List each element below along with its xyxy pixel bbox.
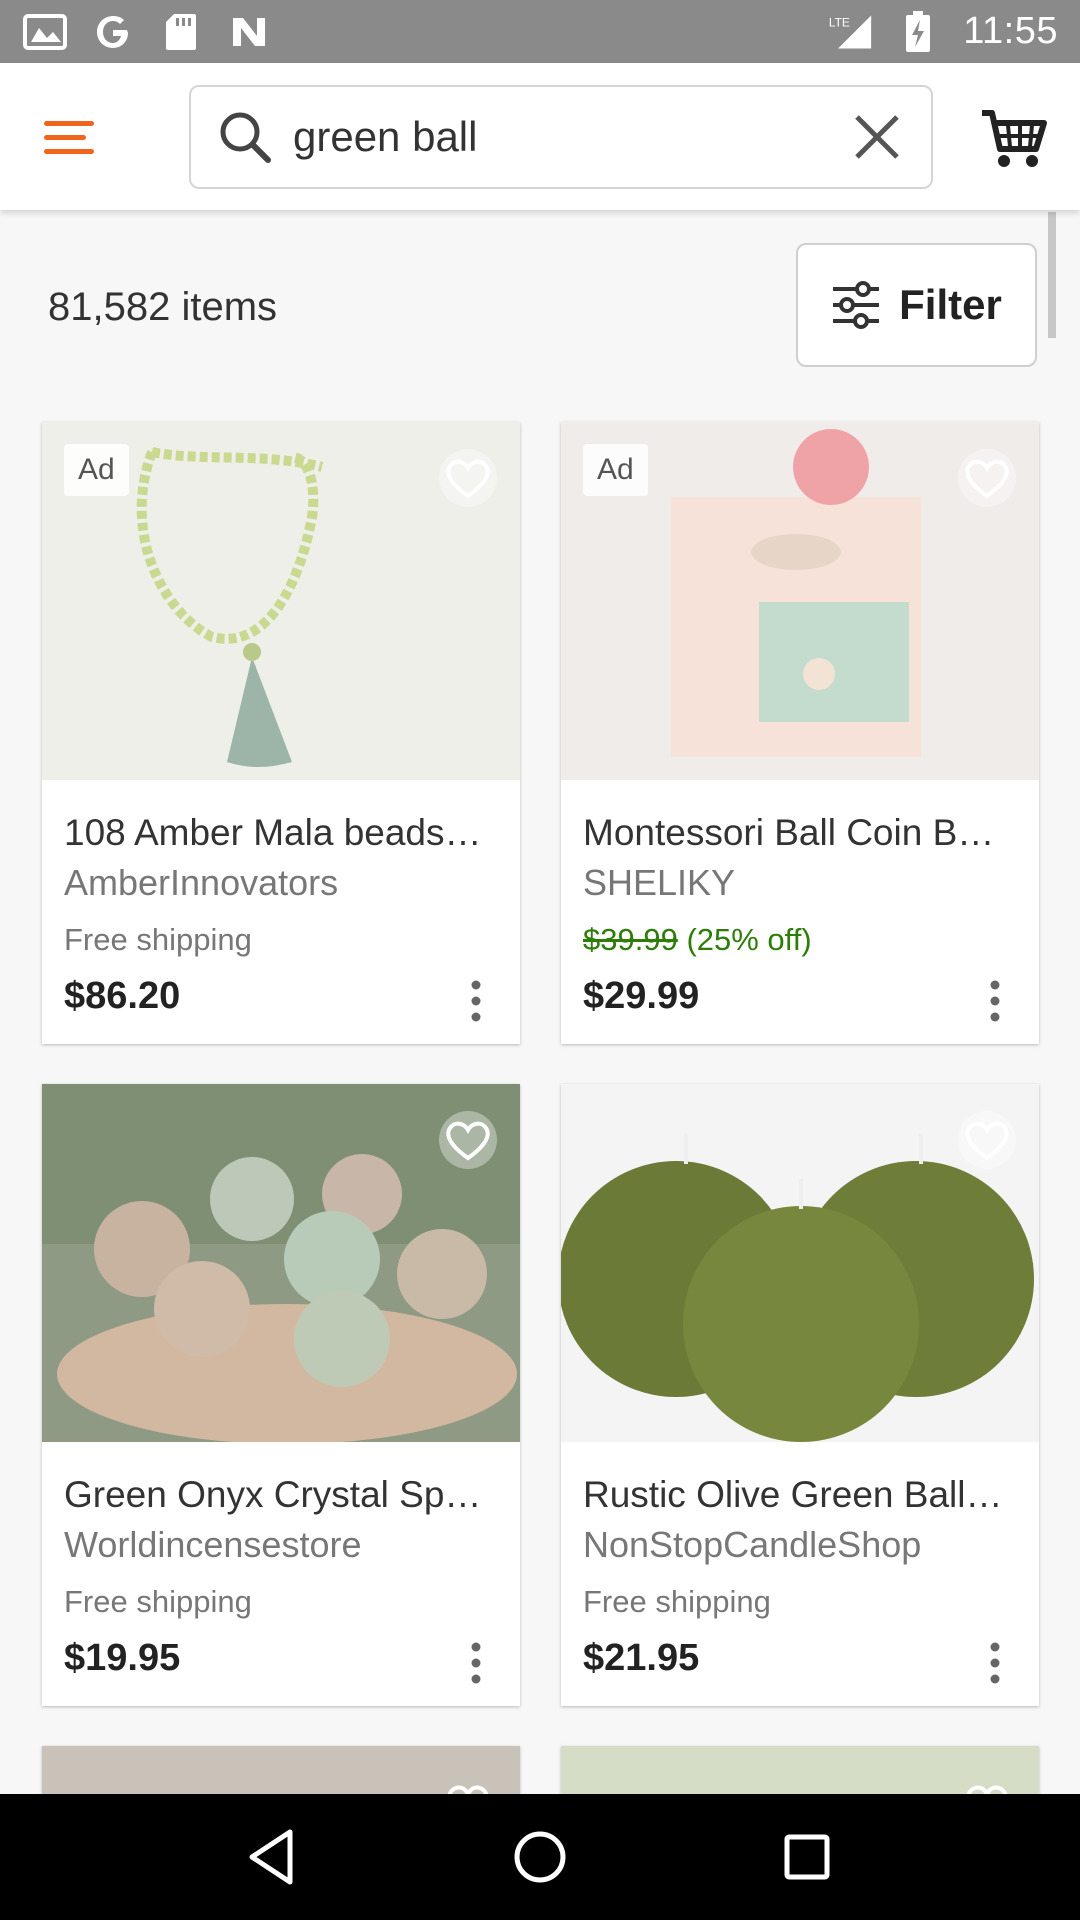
more-options-icon[interactable] (985, 977, 1005, 1025)
ad-badge: Ad (583, 444, 648, 496)
battery-charging-icon (895, 10, 941, 52)
lte-signal-icon: LTE (827, 12, 873, 52)
listing-discount: $39.99 (25% off) (583, 922, 812, 958)
listing-price: $21.95 (583, 1637, 700, 1679)
listing-shipping: Free shipping (583, 1584, 771, 1619)
more-options-icon[interactable] (466, 977, 486, 1025)
discount-percent: (25% off) (686, 922, 812, 957)
app-bar: green ball (0, 63, 1080, 210)
ad-badge: Ad (64, 444, 129, 496)
favorite-heart-icon[interactable] (957, 448, 1017, 508)
search-icon (220, 112, 271, 163)
favorite-heart-icon[interactable] (957, 1772, 1017, 1794)
home-icon[interactable] (505, 1822, 575, 1892)
results-count: 81,582 items (48, 285, 278, 329)
listing-title[interactable]: Rustic Olive Green Ball… (583, 1474, 1023, 1516)
status-bar: LTE 11:55 (0, 0, 1080, 63)
recents-icon[interactable] (772, 1822, 842, 1892)
gallery-icon (22, 12, 68, 52)
listing-image[interactable] (42, 1084, 520, 1442)
listing-card[interactable] (42, 1746, 520, 1794)
filter-button[interactable]: Filter (796, 243, 1037, 367)
svg-text:LTE: LTE (829, 15, 850, 29)
listing-card[interactable]: Ad 108 Amber Mala beads… AmberInnovators… (42, 422, 520, 1044)
filter-label: Filter (899, 281, 1002, 328)
back-icon[interactable] (238, 1822, 308, 1892)
listing-price: $29.99 (583, 975, 700, 1017)
clear-search-icon[interactable] (849, 109, 905, 165)
cart-icon[interactable] (980, 103, 1050, 173)
listing-shipping: Free shipping (64, 1584, 252, 1619)
listing-card[interactable] (561, 1746, 1039, 1794)
listing-card[interactable]: Ad Montessori Ball Coin B… SHELIKY $39.9… (561, 422, 1039, 1044)
listing-shop: AmberInnovators (64, 862, 339, 903)
listing-image[interactable] (561, 1084, 1039, 1442)
listing-card[interactable]: Rustic Olive Green Ball… NonStopCandleSh… (561, 1084, 1039, 1706)
favorite-heart-icon[interactable] (438, 1772, 498, 1794)
scrollbar[interactable] (1048, 212, 1056, 338)
listing-image[interactable]: Ad (561, 422, 1039, 780)
search-input[interactable]: green ball (189, 85, 933, 189)
listing-shipping: Free shipping (64, 922, 252, 957)
more-options-icon[interactable] (466, 1639, 486, 1687)
listing-title[interactable]: Green Onyx Crystal Sp… (64, 1474, 504, 1516)
listing-shop: Worldincensestore (64, 1524, 362, 1565)
sd-card-icon (158, 12, 204, 52)
favorite-heart-icon[interactable] (438, 1110, 498, 1170)
listing-price: $86.20 (64, 975, 181, 1017)
listing-shop: SHELIKY (583, 862, 736, 903)
n-icon (226, 12, 272, 52)
favorite-heart-icon[interactable] (957, 1110, 1017, 1170)
original-price: $39.99 (583, 922, 678, 957)
listing-card[interactable]: Green Onyx Crystal Sp… Worldincensestore… (42, 1084, 520, 1706)
listing-shop: NonStopCandleShop (583, 1524, 922, 1565)
google-icon (90, 12, 136, 52)
listing-title[interactable]: 108 Amber Mala beads… (64, 812, 504, 854)
system-nav-bar (0, 1794, 1080, 1920)
filter-sliders-icon (833, 281, 880, 329)
search-query[interactable]: green ball (293, 113, 849, 161)
listing-image[interactable]: Ad (42, 422, 520, 780)
listing-price: $19.95 (64, 1637, 181, 1679)
status-time: 11:55 (963, 10, 1058, 52)
menu-icon[interactable] (44, 109, 100, 165)
listing-title[interactable]: Montessori Ball Coin B… (583, 812, 1023, 854)
favorite-heart-icon[interactable] (438, 448, 498, 508)
more-options-icon[interactable] (985, 1639, 1005, 1687)
